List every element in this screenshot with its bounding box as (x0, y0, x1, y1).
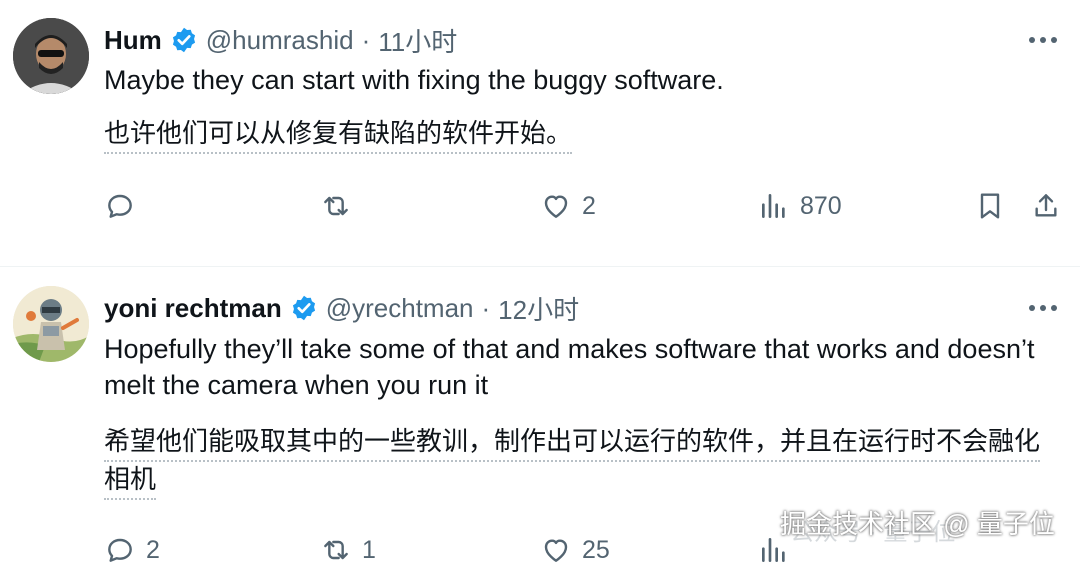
tweet-translation: 也许他们可以从修复有缺陷的软件开始。 (104, 114, 573, 154)
reply-icon (108, 194, 132, 218)
heart-icon (544, 195, 568, 218)
author-name[interactable]: Hum (104, 25, 162, 56)
separator-dot: · (481, 292, 491, 323)
views-chart-icon (762, 194, 785, 218)
tweet-text: Hopefully they’ll take some of that and … (104, 334, 1035, 400)
repost-count: 1 (362, 535, 376, 564)
avatar-illustration (13, 286, 89, 362)
translation-text: 也许他们可以从修复有缺陷的软件开始。 (104, 118, 573, 154)
watermark: 掘金技术社区 @ 量子位 (780, 509, 1055, 539)
verified-badge-icon (172, 27, 195, 53)
reply-button[interactable] (104, 186, 146, 226)
author-name[interactable]: yoni rechtman (104, 293, 282, 324)
tweet-hum[interactable]: Hum @humrashid · 11小时 Maybe they can sta… (0, 0, 1080, 267)
like-button[interactable]: 2 (540, 186, 596, 226)
timestamp[interactable]: 12小时 (498, 290, 579, 327)
more-options-icon[interactable] (1026, 30, 1060, 50)
tweet-header: Hum @humrashid · 11小时 (104, 20, 457, 60)
tweet-header: yoni rechtman @yrechtman · 12小时 (104, 288, 579, 328)
share-button[interactable] (1030, 186, 1062, 226)
timestamp[interactable]: 11小时 (378, 22, 457, 59)
like-count: 25 (582, 535, 610, 564)
action-bar: 2 870 (0, 186, 1080, 226)
bookmark-button[interactable] (974, 186, 1006, 226)
like-button[interactable]: 25 (540, 530, 610, 570)
tweet-text: Maybe they can start with fixing the bug… (104, 65, 724, 95)
verified-badge-icon (292, 295, 315, 321)
like-count: 2 (582, 191, 596, 220)
share-icon (1035, 194, 1057, 217)
separator-dot: · (361, 24, 371, 55)
tweet-yoni[interactable]: yoni rechtman @yrechtman · 12小时 Hopefull… (0, 267, 1080, 578)
view-count: 870 (800, 191, 842, 220)
repost-button[interactable] (320, 186, 362, 226)
author-handle[interactable]: @humrashid (206, 25, 354, 56)
reply-icon (108, 538, 132, 562)
avatar[interactable] (13, 286, 89, 362)
author-handle[interactable]: @yrechtman (326, 293, 474, 324)
reply-button[interactable]: 2 (104, 530, 160, 570)
views-button[interactable]: 870 (758, 186, 842, 226)
repost-button[interactable]: 1 (320, 530, 376, 570)
heart-icon (544, 539, 568, 562)
tweet-translation: 希望他们能吸取其中的一些教训，制作出可以运行的软件，并且在运行时不会融化相机 (104, 422, 1064, 500)
avatar-photo (13, 18, 89, 94)
translation-text: 希望他们能吸取其中的一些教训，制作出可以运行的软件，并且在运行时不会融化相机 (104, 426, 1041, 500)
repost-icon (324, 196, 348, 216)
reply-count: 2 (146, 535, 160, 564)
avatar[interactable] (13, 18, 89, 94)
repost-icon (324, 540, 348, 560)
more-options-icon[interactable] (1026, 298, 1060, 318)
bookmark-icon (980, 193, 1000, 219)
